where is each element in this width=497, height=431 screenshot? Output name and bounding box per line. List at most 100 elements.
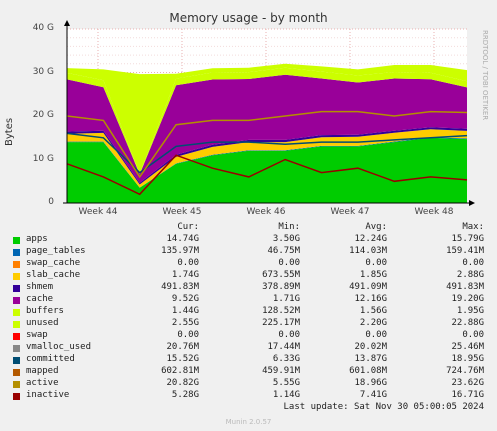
legend-item: apps 14.74G 3.50G 12.24G 15.79G [0,234,497,246]
legend-item-avg: 0.00 [365,330,387,340]
legend-item: swap_cache 0.00 0.00 0.00 0.00 [0,258,497,270]
x-tick-label: Week 48 [414,207,454,217]
legend-item-name: mapped [26,366,59,376]
legend-swatch [13,249,20,256]
legend-item-cur: 5.28G [171,390,199,400]
legend-item-max: 1.95G [456,306,484,316]
y-tick-label: 30 G [32,67,54,77]
y-tick-label: 40 G [32,23,54,33]
legend-item-min: 128.52M [262,306,300,316]
legend-swatch [13,333,20,340]
x-axis-arrow [469,200,475,206]
legend-item-avg: 13.87G [354,354,387,364]
legend-item-name: buffers [26,306,64,316]
y-axis-label-text: Bytes [4,117,15,146]
legend-item-cur: 2.55G [171,318,199,328]
legend-item-cur: 1.74G [171,270,199,280]
legend-item-cur: 15.52G [166,354,199,364]
legend-swatch [13,309,20,316]
legend-item-avg: 114.03M [349,246,387,256]
legend-swatch [13,381,20,388]
legend-item: cache 9.52G 1.71G 12.16G 19.20G [0,294,497,306]
legend-item-min: 1.71G [272,294,300,304]
legend-item-avg: 491.09M [349,282,387,292]
legend-header: Cur: Min: Avg: Max: [0,222,497,234]
legend-header-max: Max: [462,222,484,232]
legend-item-cur: 14.74G [166,234,199,244]
legend-item-name: vmalloc_used [26,342,92,352]
legend-swatch [13,345,20,352]
legend-header-min: Min: [278,222,300,232]
munin-version: Munin 2.0.57 [225,418,272,426]
y-tick-label: 0 [48,197,54,207]
rrdtool-credit: RRDTOOL / TOBI OETIKER [481,30,491,120]
legend-item-max: 2.88G [456,270,484,280]
legend-item-avg: 1.85G [359,270,387,280]
y-tick-label: 10 G [32,154,54,164]
last-update: Last update: Sat Nov 30 05:00:05 2024 [283,402,484,412]
legend-item-min: 459.91M [262,366,300,376]
legend-item-name: swap [26,330,48,340]
legend-item-name: unused [26,318,59,328]
legend-item-max: 724.76M [446,366,484,376]
legend-item-max: 23.62G [451,378,484,388]
legend-item-min: 5.55G [272,378,300,388]
x-tick-label: Week 45 [162,207,202,217]
legend-item-cur: 0.00 [177,330,199,340]
legend-item: swap 0.00 0.00 0.00 0.00 [0,330,497,342]
legend-item-min: 0.00 [278,330,300,340]
legend-item: shmem 491.83M 378.89M 491.09M 491.83M [0,282,497,294]
legend-item-name: apps [26,234,48,244]
legend-item-cur: 135.97M [161,246,199,256]
legend-item: unused 2.55G 225.17M 2.20G 22.88G [0,318,497,330]
legend-item-max: 25.46M [451,342,484,352]
legend-item-max: 18.95G [451,354,484,364]
legend-swatch [13,357,20,364]
y-tick-label: 20 G [32,110,54,120]
legend-item-max: 491.83M [446,282,484,292]
legend-swatch [13,297,20,304]
legend-item-min: 0.00 [278,258,300,268]
legend-item-name: committed [26,354,75,364]
legend-item-min: 3.50G [272,234,300,244]
legend-item-min: 6.33G [272,354,300,364]
area-series [67,63,467,203]
legend-item-min: 225.17M [262,318,300,328]
legend-item-cur: 9.52G [171,294,199,304]
legend-item: vmalloc_used 20.76M 17.44M 20.02M 25.46M [0,342,497,354]
legend-item: inactive 5.28G 1.14G 7.41G 16.71G [0,390,497,402]
legend-item-max: 15.79G [451,234,484,244]
legend-swatch [13,369,20,376]
legend-item-min: 673.55M [262,270,300,280]
legend-item-min: 46.75M [267,246,300,256]
legend-item-min: 378.89M [262,282,300,292]
legend-swatch [13,261,20,268]
legend-item: slab_cache 1.74G 673.55M 1.85G 2.88G [0,270,497,282]
legend-swatch [13,321,20,328]
legend-item-avg: 2.20G [359,318,387,328]
legend-item-name: active [26,378,59,388]
legend-item-name: inactive [26,390,70,400]
legend-item-name: cache [26,294,54,304]
legend-item-cur: 602.81M [161,366,199,376]
legend-item: committed 15.52G 6.33G 13.87G 18.95G [0,354,497,366]
legend-item: page_tables 135.97M 46.75M 114.03M 159.41M [0,246,497,258]
legend-item: mapped 602.81M 459.91M 601.08M 724.76M [0,366,497,378]
legend-item-avg: 12.16G [354,294,387,304]
legend-item-avg: 18.96G [354,378,387,388]
legend-item-cur: 0.00 [177,258,199,268]
legend-swatch [13,237,20,244]
legend-item-avg: 20.02M [354,342,387,352]
x-tick-label: Week 46 [246,207,286,217]
legend-item-avg: 0.00 [365,258,387,268]
legend-header-cur: Cur: [177,222,199,232]
legend-item: buffers 1.44G 128.52M 1.56G 1.95G [0,306,497,318]
legend-item-max: 16.71G [451,390,484,400]
legend-item-avg: 1.56G [359,306,387,316]
legend-item-cur: 1.44G [171,306,199,316]
legend-item-cur: 491.83M [161,282,199,292]
legend-item-min: 1.14G [272,390,300,400]
legend-swatch [13,393,20,400]
legend-item-max: 0.00 [462,330,484,340]
legend-item-avg: 601.08M [349,366,387,376]
